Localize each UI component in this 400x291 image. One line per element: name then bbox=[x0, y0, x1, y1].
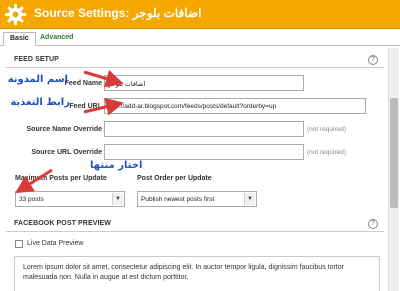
preview-title: FACEBOOK POST PREVIEW bbox=[14, 220, 111, 227]
chevron-down-icon: ▼ bbox=[112, 193, 123, 205]
live-data-label: Live Data Preview bbox=[27, 240, 84, 247]
preview-body-text: Lorem ipsum dolor sit amet, consectetur … bbox=[23, 264, 344, 281]
feed-url-label: Feed URL bbox=[69, 103, 102, 110]
gear-icon bbox=[4, 3, 27, 26]
preview-header: FACEBOOK POST PREVIEW ? bbox=[6, 218, 384, 232]
chevron-down-icon: ▼ bbox=[244, 193, 255, 205]
max-posts-select[interactable]: 33 posts ▼ bbox=[15, 191, 125, 207]
scrollbar-thumb[interactable] bbox=[390, 98, 398, 208]
post-order-value: Publish newest posts first bbox=[141, 196, 215, 203]
max-posts-value: 33 posts bbox=[19, 196, 44, 203]
help-icon[interactable]: ? bbox=[368, 55, 378, 65]
scrollbar[interactable] bbox=[388, 48, 399, 291]
post-order-select[interactable]: Publish newest posts first ▼ bbox=[137, 191, 257, 207]
post-preview-box: Lorem ipsum dolor sit amet, consectetur … bbox=[14, 256, 380, 291]
source-url-override-field[interactable] bbox=[104, 144, 304, 160]
source-name-override-label: Source Name Override bbox=[26, 126, 102, 133]
not-required-note: (not required) bbox=[307, 149, 347, 156]
feed-url-field[interactable]: http://add-ar.blogspot.com/feeds/posts/d… bbox=[104, 98, 366, 114]
feed-setup-title: FEED SETUP bbox=[14, 56, 59, 63]
live-data-checkbox[interactable] bbox=[15, 240, 23, 248]
post-order-label: Post Order per Update bbox=[137, 175, 212, 182]
title-bar: Source Settings: اضافات بلوجر bbox=[0, 0, 400, 29]
source-name-override-field[interactable] bbox=[104, 121, 304, 137]
source-url-override-label: Source URL Override bbox=[31, 149, 102, 156]
tab-advanced[interactable]: Advanced bbox=[34, 32, 79, 46]
feed-name-field[interactable]: اضافات بلوجر bbox=[104, 75, 304, 91]
feed-name-label: Feed Name bbox=[64, 80, 102, 87]
annotation-blog-name: اسم المدونة bbox=[7, 74, 68, 85]
tab-bar: Basic Advanced bbox=[0, 29, 400, 46]
max-posts-label: Maximum Posts per Update bbox=[15, 175, 107, 182]
annotation-choose-posts: اختار منتها bbox=[90, 160, 143, 171]
annotation-feed-link: رابط التغذية bbox=[10, 97, 70, 108]
tab-basic[interactable]: Basic bbox=[3, 32, 36, 46]
feed-setup-header: FEED SETUP ? bbox=[6, 54, 384, 68]
window-title: Source Settings: اضافات بلوجر bbox=[34, 6, 202, 20]
not-required-note: (not required) bbox=[307, 126, 347, 133]
help-icon[interactable]: ? bbox=[368, 219, 378, 229]
